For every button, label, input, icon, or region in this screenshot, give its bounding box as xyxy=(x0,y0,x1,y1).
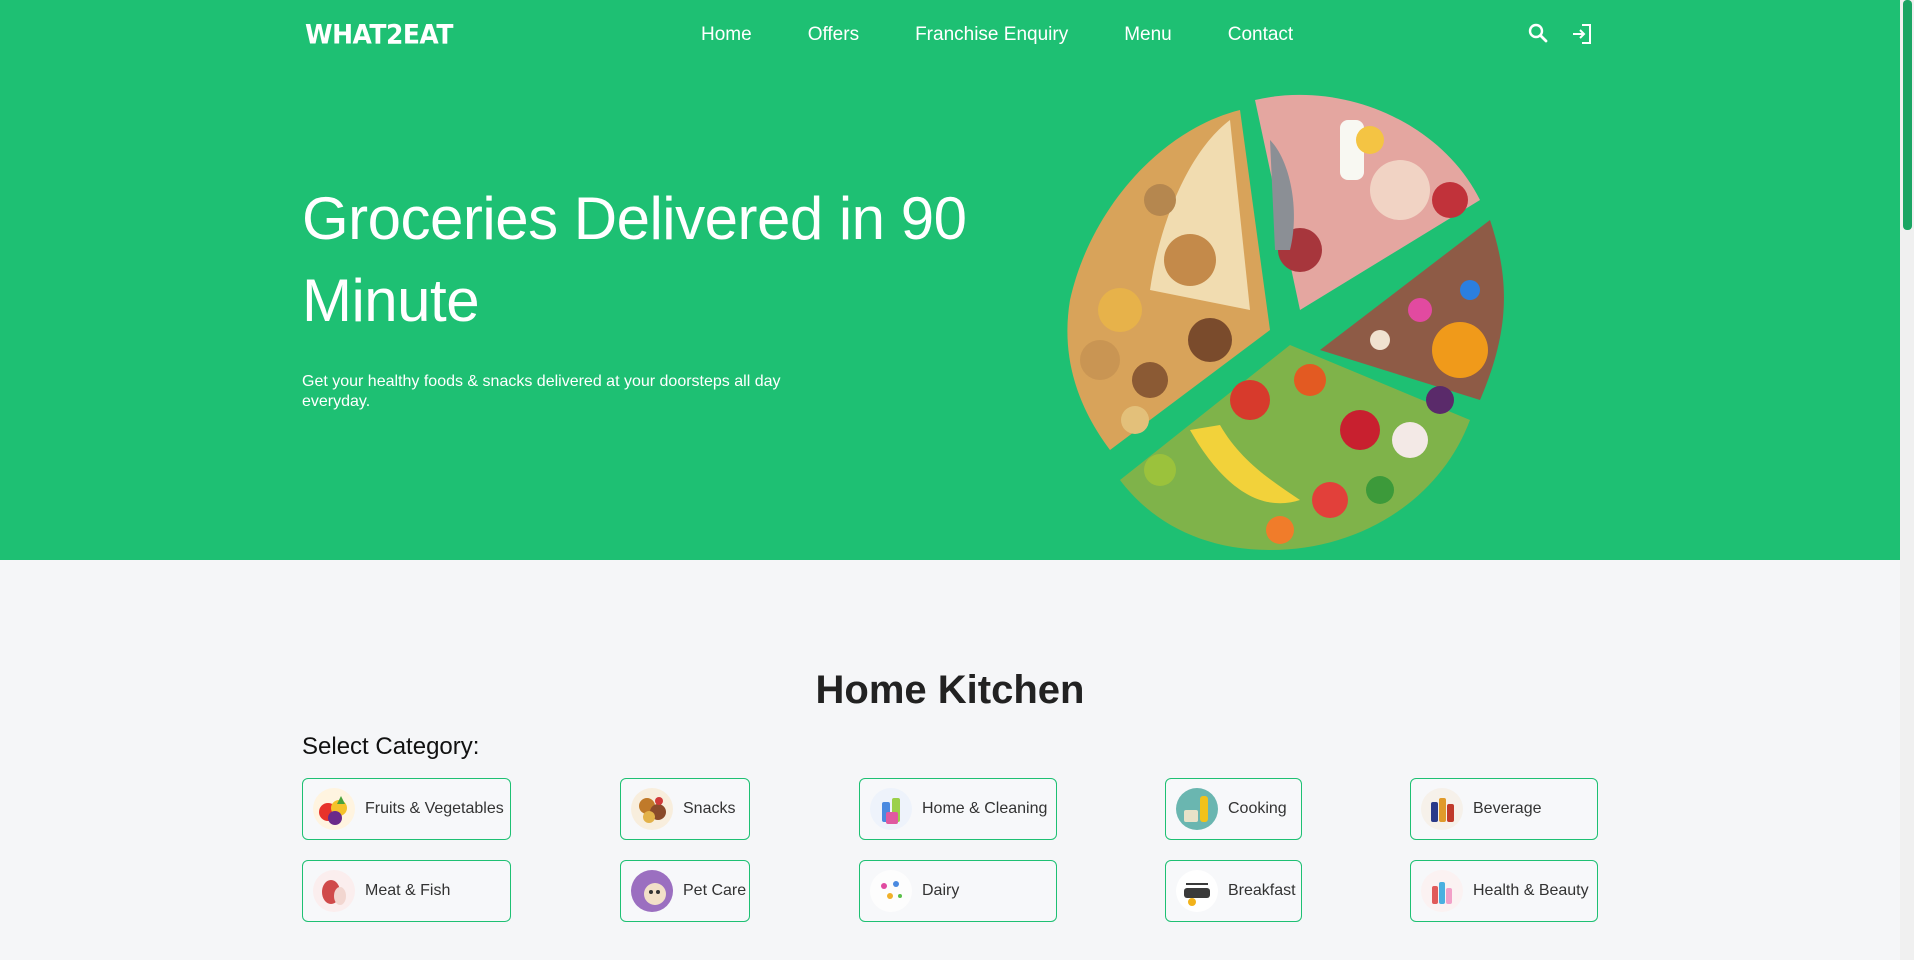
brand-logo[interactable]: WHAT2EAT xyxy=(305,19,453,49)
snacks-icon xyxy=(631,788,673,830)
nav-link-franchise-enquiry[interactable]: Franchise Enquiry xyxy=(915,24,1068,46)
hero-subtitle: Get your healthy foods & snacks delivere… xyxy=(302,373,781,410)
category-label: Snacks xyxy=(683,800,736,817)
category-label: Cooking xyxy=(1228,800,1287,817)
grocery-plate-image xyxy=(1040,80,1520,555)
meat-fish-icon xyxy=(313,870,355,912)
health-beauty-icon xyxy=(1421,870,1463,912)
hero-banner: WHAT2EAT Home Offers Franchise Enquiry M… xyxy=(0,0,1914,560)
category-label: Dairy xyxy=(922,882,960,899)
pet-care-icon xyxy=(631,870,673,912)
search-icon[interactable] xyxy=(1527,22,1553,48)
category-label: Beverage xyxy=(1473,800,1542,817)
nav-link-menu[interactable]: Menu xyxy=(1124,24,1172,46)
login-icon[interactable] xyxy=(1570,22,1596,48)
category-health-beauty[interactable]: Health & Beauty xyxy=(1410,860,1598,922)
category-pet-care[interactable]: Pet Care xyxy=(620,860,750,922)
category-label: Home & Cleaning xyxy=(922,800,1048,817)
category-beverage[interactable]: Beverage xyxy=(1410,778,1598,840)
category-cooking[interactable]: Cooking xyxy=(1165,778,1302,840)
category-label: Pet Care xyxy=(683,882,747,899)
nav-links: Home Offers Franchise Enquiry Menu Conta… xyxy=(701,24,1293,46)
breakfast-icon xyxy=(1176,870,1218,912)
section-title: Home Kitchen xyxy=(815,668,1085,712)
nav-link-home[interactable]: Home xyxy=(701,24,752,46)
nav-link-offers[interactable]: Offers xyxy=(808,24,859,46)
category-breakfast[interactable]: Breakfast xyxy=(1165,860,1302,922)
home-cleaning-icon xyxy=(870,788,912,830)
category-meat-fish[interactable]: Meat & Fish xyxy=(302,860,511,922)
dairy-icon xyxy=(870,870,912,912)
select-category-label: Select Category: xyxy=(302,733,480,760)
category-label: Fruits & Vegetables xyxy=(365,800,504,817)
nav-link-contact[interactable]: Contact xyxy=(1228,24,1293,46)
fruits-vegetables-icon xyxy=(313,788,355,830)
category-snacks[interactable]: Snacks xyxy=(620,778,750,840)
category-home-cleaning[interactable]: Home & Cleaning xyxy=(859,778,1057,840)
category-dairy[interactable]: Dairy xyxy=(859,860,1057,922)
beverage-icon xyxy=(1421,788,1463,830)
scrollbar-thumb[interactable] xyxy=(1903,0,1912,230)
category-label: Meat & Fish xyxy=(365,882,451,899)
category-label: Breakfast xyxy=(1228,882,1296,899)
cooking-icon xyxy=(1176,788,1218,830)
hero-title: Groceries Delivered in 90 Minute xyxy=(302,185,967,334)
category-fruits-vegetables[interactable]: Fruits & Vegetables xyxy=(302,778,511,840)
category-label: Health & Beauty xyxy=(1473,882,1589,899)
top-nav: WHAT2EAT Home Offers Franchise Enquiry M… xyxy=(0,0,1914,72)
